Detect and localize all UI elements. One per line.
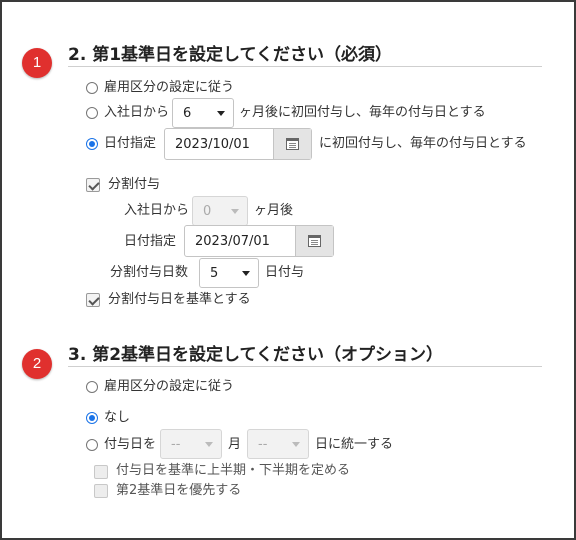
split-days-suffix: 日付与 [265,265,305,280]
split-join-suffix: ヶ月後 [254,203,294,218]
grant-day-value: -- [258,437,268,452]
grant-day-suffix: 日に統一する [315,437,394,452]
half-year-checkbox[interactable] [94,465,108,479]
radio-unify-grant-date[interactable] [86,439,98,451]
split-days-value: 5 [210,266,219,281]
calendar-button[interactable] [295,226,333,256]
radio-join-months[interactable] [86,107,98,119]
radio-employment-class-label: 雇用区分の設定に従う [104,80,235,95]
split-base-checkbox[interactable] [86,293,100,307]
priority-checkbox[interactable] [94,484,108,498]
split-base-label: 分割付与日を基準とする [108,292,251,307]
grant-month-value: -- [171,437,181,452]
radio-date-specified-label: 日付指定 [104,136,157,151]
split-date-label: 日付指定 [124,234,177,249]
chevron-down-icon [205,442,213,447]
section-title-first-base-date: 2. 第1基準日を設定してください（必須） [68,45,393,65]
split-grant-checkbox[interactable] [86,178,100,192]
grant-day-select[interactable]: -- [247,429,309,459]
first-grant-date-value: 2023/10/01 [175,137,250,152]
first-grant-date-input[interactable]: 2023/10/01 [164,128,312,160]
split-grant-date-value: 2023/07/01 [195,234,270,249]
radio-employment-class-2-label: 雇用区分の設定に従う [104,379,235,394]
split-join-months-value: 0 [203,204,212,219]
radio-employment-class-2[interactable] [86,381,98,393]
join-months-suffix: ヶ月後に初回付与し、毎年の付与日とする [239,105,486,120]
split-grant-label: 分割付与 [108,177,161,192]
split-grant-date-input[interactable]: 2023/07/01 [184,225,334,257]
grant-month-select[interactable]: -- [160,429,222,459]
section-divider [68,66,542,67]
step-badge-2: 2 [22,349,52,379]
join-months-value: 6 [183,106,192,121]
chevron-down-icon [242,271,250,276]
radio-none-label: なし [104,410,131,425]
split-join-label: 入社日から [124,203,190,218]
chevron-down-icon [292,442,300,447]
section-divider [68,366,542,367]
calendar-button[interactable] [273,129,311,159]
split-days-label: 分割付与日数 [110,265,189,280]
chevron-down-icon [231,209,239,214]
radio-none[interactable] [86,412,98,424]
section-title-second-base-date: 3. 第2基準日を設定してください（オプション） [68,345,444,365]
split-days-select[interactable]: 5 [199,258,259,288]
grant-month-label: 月 [228,437,242,452]
radio-unify-grant-date-label: 付与日を [104,437,157,452]
step-badge-1: 1 [22,48,52,78]
date-specified-suffix: に初回付与し、毎年の付与日とする [319,136,527,151]
radio-join-months-label: 入社日から [104,105,170,120]
calendar-icon [308,235,321,247]
join-months-select[interactable]: 6 [172,98,234,128]
chevron-down-icon [217,111,225,116]
priority-label: 第2基準日を優先する [116,483,242,498]
settings-panel: 1 2. 第1基準日を設定してください（必須） 雇用区分の設定に従う 入社日から… [0,0,576,540]
radio-employment-class[interactable] [86,82,98,94]
radio-date-specified[interactable] [86,138,98,150]
half-year-label: 付与日を基準に上半期・下半期を定める [116,463,351,478]
calendar-icon [286,138,299,150]
split-join-months-select[interactable]: 0 [192,196,248,226]
